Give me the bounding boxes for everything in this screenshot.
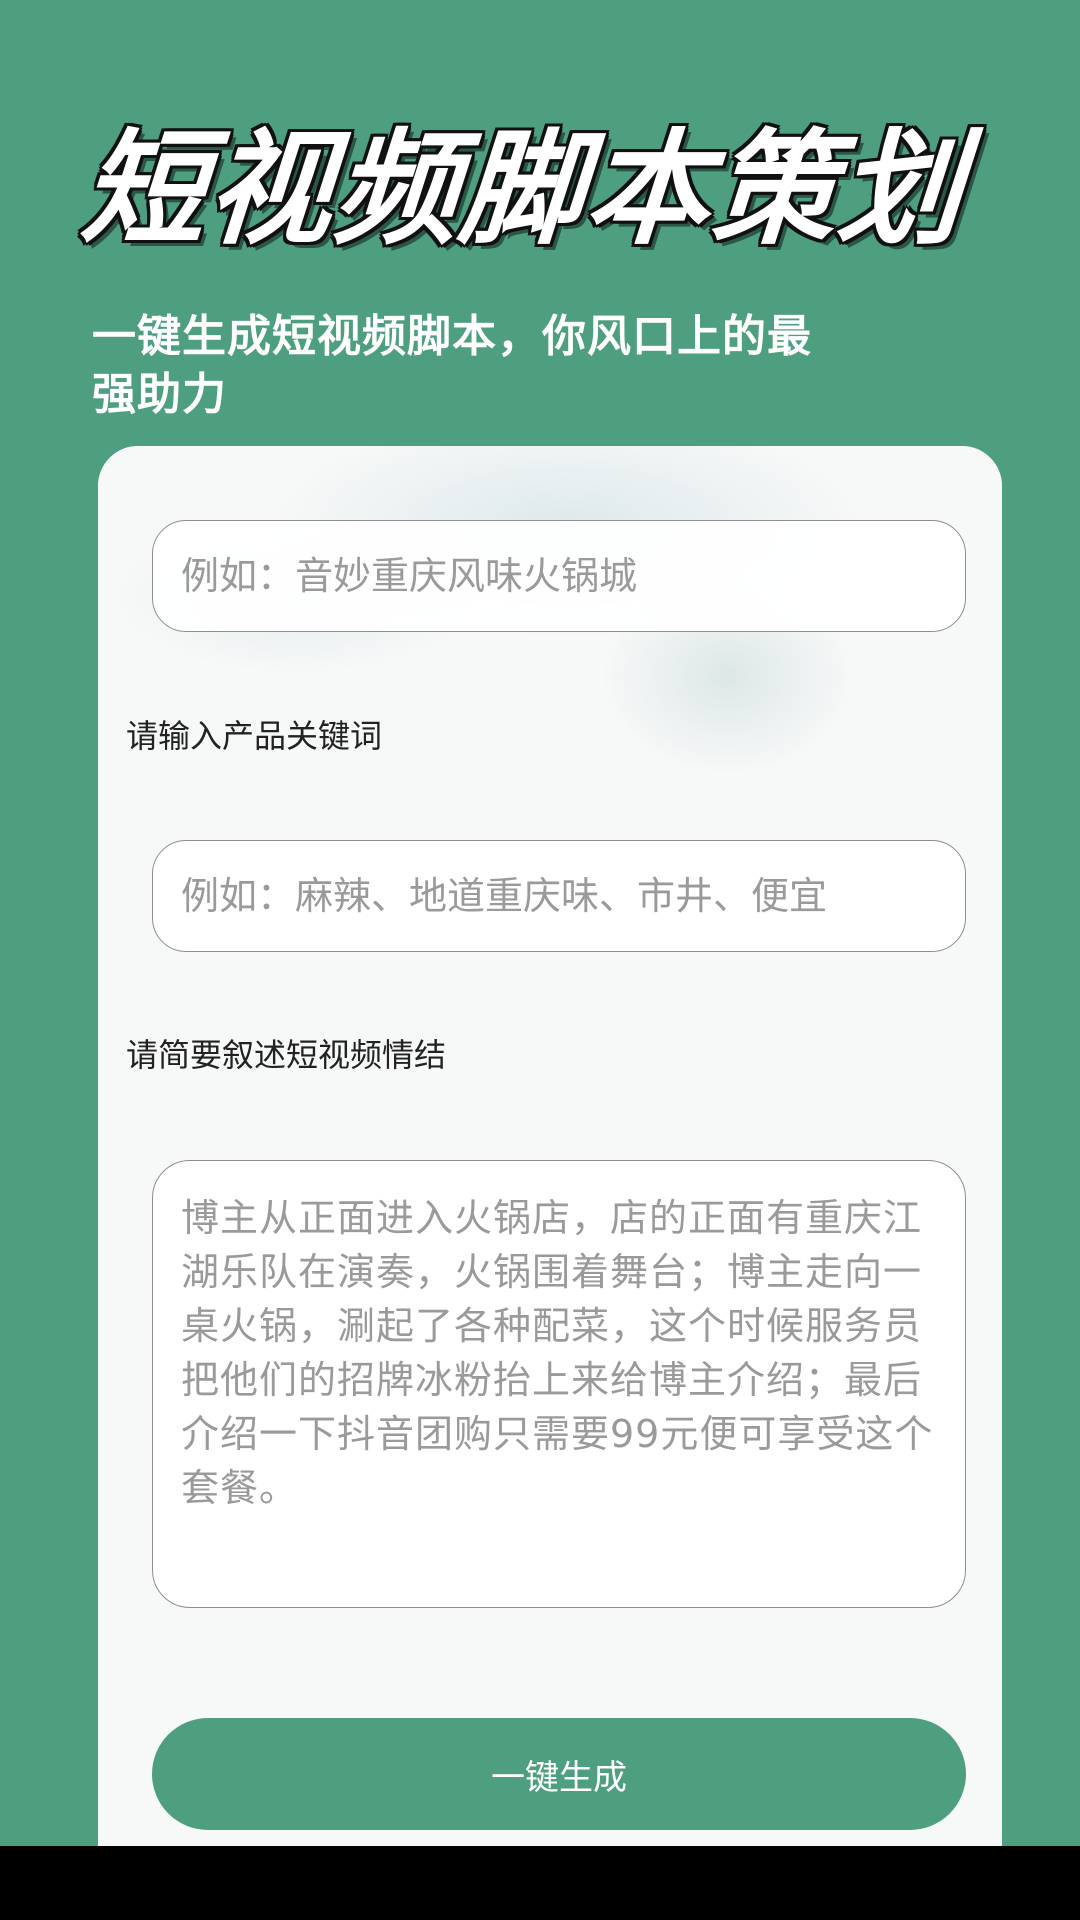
plot-textarea[interactable]: 博主从正面进入火锅店，店的正面有重庆江湖乐队在演奏，火锅围着舞台；博主走向一桌火…: [152, 1160, 966, 1608]
generate-button[interactable]: 一键生成: [152, 1718, 966, 1830]
bottom-black-bar: [0, 1846, 1080, 1920]
form-card: 例如：音妙重庆风味火锅城 请输入产品关键词 例如：麻辣、地道重庆味、市井、便宜 …: [98, 446, 1002, 1846]
keywords-placeholder: 例如：麻辣、地道重庆味、市井、便宜: [181, 874, 828, 918]
plot-label: 请简要叙述短视频情结: [126, 1036, 447, 1074]
plot-placeholder: 博主从正面进入火锅店，店的正面有重庆江湖乐队在演奏，火锅围着舞台；博主走向一桌火…: [181, 1196, 934, 1510]
keywords-label: 请输入产品关键词: [126, 717, 383, 755]
page-title: 短视频脚本策划: [76, 118, 970, 262]
generate-button-label: 一键生成: [491, 1757, 627, 1798]
store-name-placeholder: 例如：音妙重庆风味火锅城: [181, 554, 638, 598]
app-screen: 短视频脚本策划 一键生成短视频脚本，你风口上的最强助力 例如：音妙重庆风味火锅城…: [0, 0, 1080, 1846]
store-name-input[interactable]: 例如：音妙重庆风味火锅城: [152, 520, 966, 632]
keywords-input[interactable]: 例如：麻辣、地道重庆味、市井、便宜: [152, 840, 966, 952]
card-background: [98, 446, 1002, 1846]
page-subtitle: 一键生成短视频脚本，你风口上的最强助力: [92, 311, 812, 420]
